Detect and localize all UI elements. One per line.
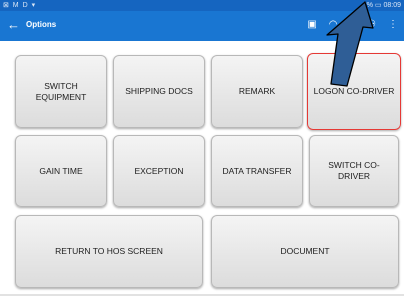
switch-equipment-label: SWITCH EQUIPMENT bbox=[35, 80, 87, 102]
exception-button[interactable]: EXCEPTION bbox=[113, 135, 205, 207]
gain-time-button[interactable]: GAIN TIME bbox=[15, 135, 107, 207]
exception-label: EXCEPTION bbox=[134, 165, 184, 176]
switch-co-driver-label: SWITCH CO- DRIVER bbox=[328, 160, 380, 181]
signal-icon[interactable]: ▮ bbox=[350, 19, 356, 31]
gain-time-label: GAIN TIME bbox=[39, 165, 83, 176]
shipping-docs-button[interactable]: SHIPPING DOCS bbox=[113, 55, 205, 128]
shipping-docs-label: SHIPPING DOCS bbox=[125, 86, 193, 96]
more-icon[interactable]: ⋮ bbox=[388, 19, 398, 31]
document-button[interactable]: DOCUMENT bbox=[211, 215, 399, 288]
return-to-hos-label: RETURN TO HOS SCREEN bbox=[55, 246, 163, 256]
switch-co-driver-button[interactable]: SWITCH CO- DRIVER bbox=[309, 135, 399, 207]
status-icons-left: ⊠ M D ▾ bbox=[3, 2, 37, 9]
document-label: DOCUMENT bbox=[280, 246, 330, 256]
person-icon[interactable]: ⚇ bbox=[367, 19, 376, 31]
logon-co-driver-label: LOGON CO-DRIVER bbox=[313, 86, 395, 96]
message-icon[interactable]: ▣ bbox=[307, 19, 316, 31]
status-bar: ⊠ M D ▾ 2% ▭ 08:09 bbox=[0, 0, 404, 11]
data-transfer-label: DATA TRANSFER bbox=[222, 165, 292, 176]
wifi-icon[interactable]: ◠ bbox=[329, 19, 338, 31]
page-title: Options bbox=[26, 20, 57, 29]
return-to-hos-button[interactable]: RETURN TO HOS SCREEN bbox=[15, 215, 203, 288]
remark-button[interactable]: REMARK bbox=[211, 55, 303, 128]
logon-co-driver-button[interactable]: LOGON CO-DRIVER bbox=[307, 53, 401, 130]
app-bar-actions: ▣ ◠ ▮ ⚇ ⋮ bbox=[307, 19, 398, 31]
back-arrow-icon[interactable]: ← bbox=[7, 17, 20, 33]
switch-equipment-button[interactable]: SWITCH EQUIPMENT bbox=[15, 55, 107, 128]
data-transfer-button[interactable]: DATA TRANSFER bbox=[211, 135, 303, 207]
remark-label: REMARK bbox=[238, 86, 276, 96]
app-bar: ← Options ▣ ◠ ▮ ⚇ ⋮ bbox=[0, 11, 404, 41]
status-battery-time: 2% ▭ 08:09 bbox=[362, 2, 401, 9]
